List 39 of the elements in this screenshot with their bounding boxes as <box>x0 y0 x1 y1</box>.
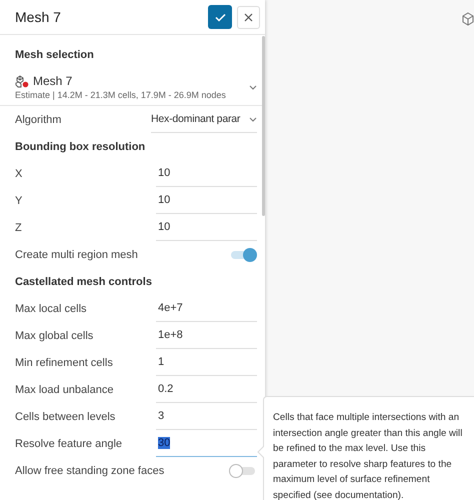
input-field[interactable]: 10 <box>156 160 257 186</box>
mesh-icon <box>15 74 29 88</box>
toggle-switch[interactable] <box>229 464 257 478</box>
scrollbar[interactable] <box>262 36 265 216</box>
mesh-estimate: Estimate | 14.2M - 21.3M cells, 17.9M - 26.9M nodes <box>15 90 227 100</box>
algorithm-dropdown[interactable]: Hex-dominant parar <box>151 106 257 132</box>
field-label: Max local cells <box>15 302 88 314</box>
input-field[interactable]: 1e+8 <box>156 322 257 348</box>
mesh-name: Mesh 7 <box>33 74 72 88</box>
field-label: Resolve feature angle <box>15 438 124 450</box>
toggle-label: Create multi region mesh <box>15 248 139 260</box>
section-heading: Mesh selection <box>15 48 95 62</box>
field-label: Y <box>15 194 24 206</box>
close-button[interactable] <box>237 6 260 28</box>
field-label: Z <box>15 222 23 234</box>
section-heading: Bounding box resolution <box>15 140 146 154</box>
input-field[interactable]: 1 <box>156 350 257 376</box>
check-icon <box>214 12 226 22</box>
toggle-switch[interactable] <box>229 248 257 262</box>
input-field[interactable]: 3 <box>156 404 257 430</box>
confirm-button[interactable] <box>208 5 232 29</box>
field-label: Min refinement cells <box>15 356 114 368</box>
cube-icon[interactable] <box>462 12 474 26</box>
field-label: Cells between levels <box>15 410 116 422</box>
toggle-label: Allow free standing zone faces <box>15 464 166 476</box>
input-field[interactable]: 10 <box>156 188 257 214</box>
field-label: Max global cells <box>15 330 94 342</box>
section-heading: Castellated mesh controls <box>15 274 153 290</box>
field-label: X <box>15 168 24 180</box>
field-label: Algorithm <box>15 114 62 126</box>
close-icon <box>244 12 253 22</box>
chevron-down-icon <box>249 116 257 122</box>
chevron-down-icon <box>249 84 257 90</box>
input-field[interactable]: 10 <box>156 214 257 240</box>
input-field[interactable]: 0.2 <box>156 376 257 402</box>
field-label: Max load unbalance <box>15 384 114 396</box>
input-field[interactable]: 4e+7 <box>156 296 257 322</box>
tooltip-text: Cells that face multiple intersections with an intersection angle greater than this angle will be refined to the max level. Use this parameter to resolve sharp features to the maximum level of surface refinement specified (see documentation). <box>273 412 462 500</box>
panel-title: Mesh 7 <box>15 9 62 25</box>
